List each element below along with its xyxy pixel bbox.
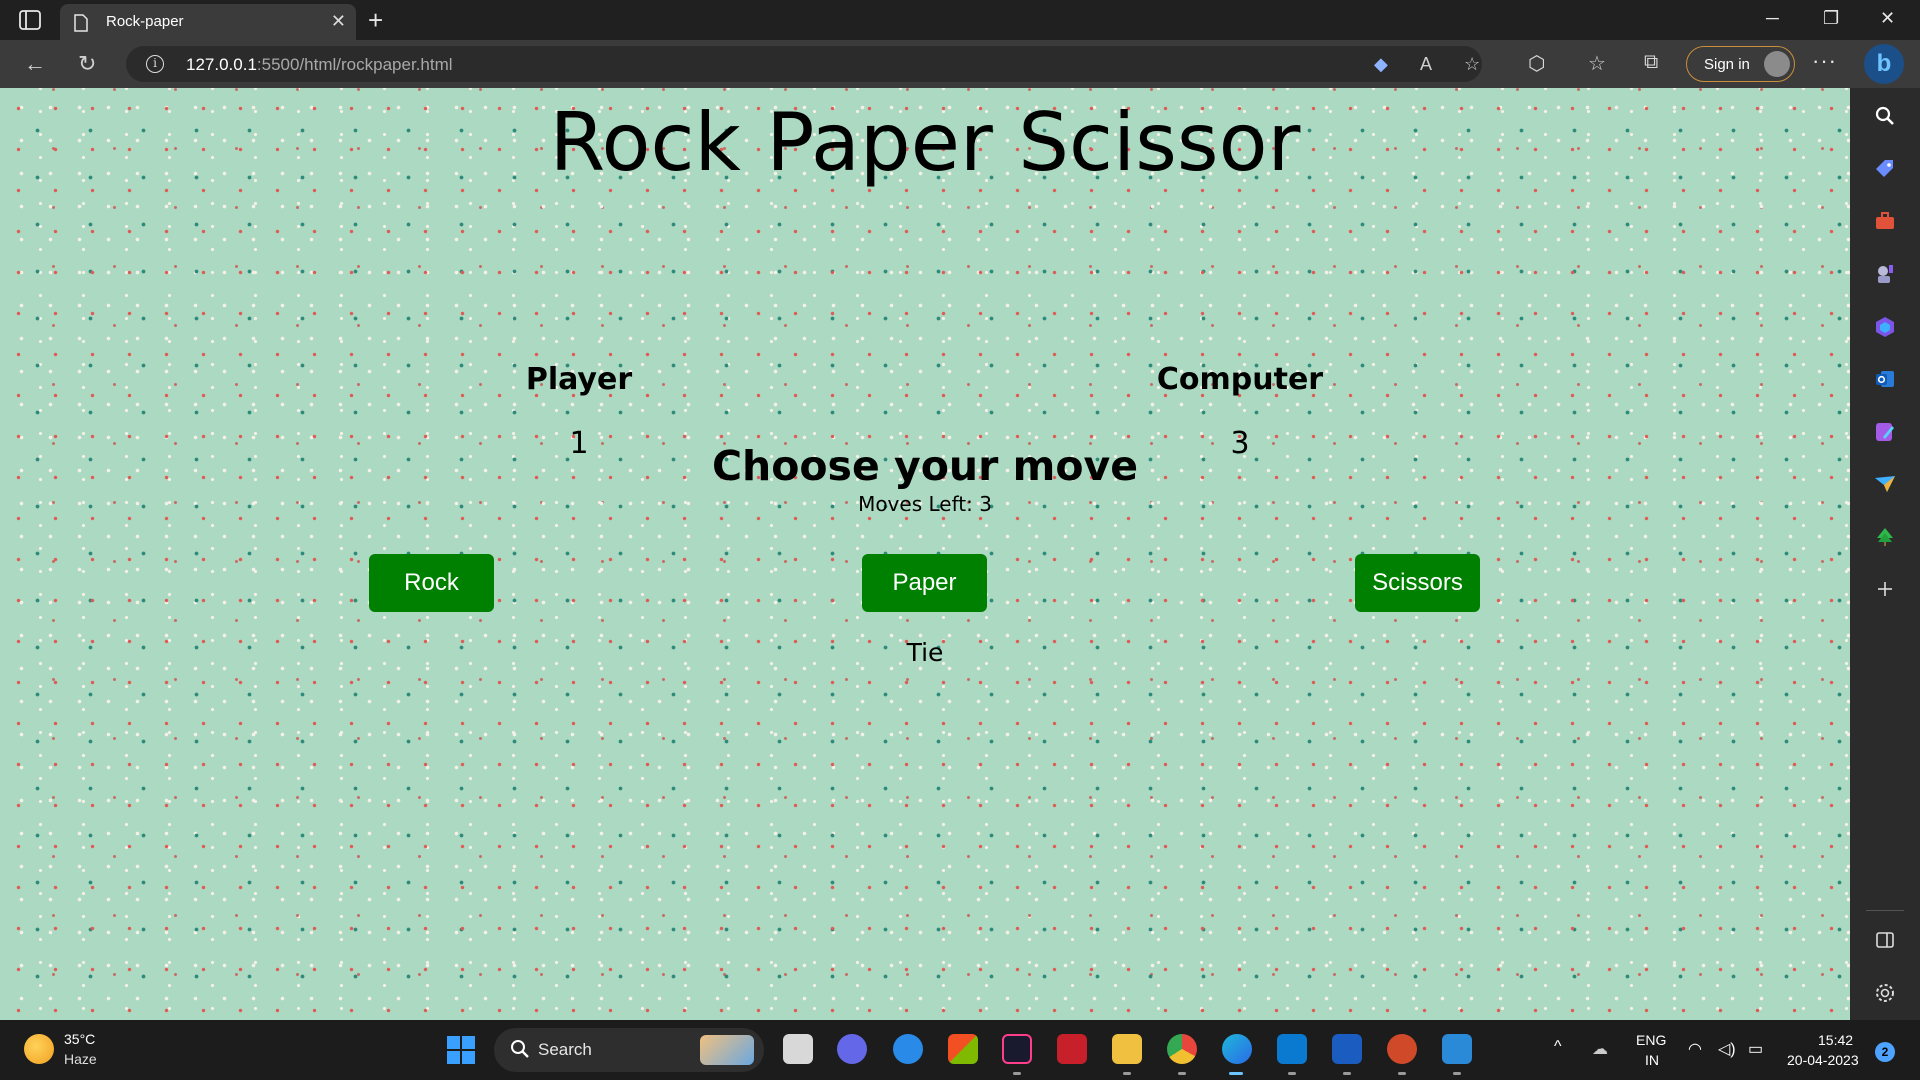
notification-badge[interactable]: 2 — [1875, 1042, 1895, 1062]
coupon-icon[interactable]: ◆ — [1374, 54, 1388, 75]
scissors-button[interactable]: Scissors — [1355, 554, 1480, 612]
search-highlight-image — [700, 1035, 754, 1065]
hide-sidebar-icon[interactable] — [1873, 928, 1897, 952]
tab-strip: Rock-paper ✕ + ─ ❐ ✕ — [0, 0, 1920, 40]
wifi-icon[interactable]: ◠ — [1688, 1039, 1702, 1059]
region-indicator[interactable]: IN — [1645, 1052, 1659, 1068]
weather-temperature[interactable]: 35°C — [64, 1031, 95, 1047]
tab-title: Rock-paper — [106, 13, 184, 30]
chrome-icon[interactable] — [1167, 1034, 1197, 1064]
extensions-icon[interactable]: ⬡ — [1528, 51, 1545, 76]
new-tab-icon[interactable]: + — [368, 5, 383, 36]
battery-icon[interactable]: ▭ — [1748, 1039, 1763, 1059]
close-window-icon[interactable]: ✕ — [1880, 8, 1895, 29]
browser-toolbar: ← ↻ i 127.0.0.1:5500/html/rockpaper.html… — [0, 40, 1920, 88]
sidebar-settings-icon[interactable] — [1873, 981, 1897, 1005]
page-icon — [74, 14, 88, 32]
language-indicator[interactable]: ENG — [1636, 1032, 1666, 1048]
volume-icon[interactable]: ◁) — [1718, 1039, 1736, 1059]
address-bar[interactable]: i 127.0.0.1:5500/html/rockpaper.html ◆ A… — [126, 46, 1482, 82]
weather-description[interactable]: Haze — [64, 1051, 97, 1067]
bing-chat-icon[interactable]: b — [1864, 44, 1904, 84]
microsoft-365-icon[interactable] — [1873, 315, 1897, 339]
result-text: Tie — [906, 638, 944, 667]
weather-icon[interactable] — [24, 1034, 54, 1064]
show-hidden-icons-icon[interactable]: ^ — [1554, 1038, 1562, 1056]
powerpoint-icon[interactable] — [1387, 1034, 1417, 1064]
send-icon[interactable] — [1873, 472, 1897, 496]
site-info-icon[interactable]: i — [146, 55, 164, 73]
player-label: Player — [525, 362, 633, 397]
designer-icon[interactable] — [1873, 420, 1897, 444]
mcafee-icon[interactable] — [1057, 1034, 1087, 1064]
word-icon[interactable] — [1332, 1034, 1362, 1064]
edge-sidebar — [1850, 88, 1920, 1020]
start-icon[interactable] — [447, 1036, 475, 1064]
move-prompt: Choose your move — [711, 442, 1139, 490]
store-icon[interactable] — [948, 1034, 978, 1064]
refresh-icon[interactable]: ↻ — [78, 51, 96, 77]
add-favorite-icon[interactable]: ☆ — [1464, 54, 1480, 75]
page-viewport: Rock Paper Scissor Player 1 Computer 3 C… — [0, 88, 1850, 1020]
search-icon[interactable] — [1873, 104, 1897, 128]
settings-more-icon[interactable]: ··· — [1812, 48, 1837, 74]
add-icon[interactable] — [1873, 577, 1897, 601]
restore-icon[interactable]: ❐ — [1823, 8, 1839, 29]
edge-icon[interactable] — [1222, 1034, 1252, 1064]
paper-button[interactable]: Paper — [862, 554, 987, 612]
outlook-icon[interactable] — [1873, 367, 1897, 391]
task-view-icon[interactable] — [783, 1034, 813, 1064]
intellij-icon[interactable] — [1002, 1034, 1032, 1064]
rock-button[interactable]: Rock — [369, 554, 494, 612]
taskbar-search[interactable]: Search — [494, 1028, 764, 1072]
help-icon[interactable] — [893, 1034, 923, 1064]
shopping-icon[interactable] — [1873, 157, 1897, 181]
search-glass-icon — [511, 1040, 529, 1058]
sign-in-button[interactable]: Sign in — [1686, 46, 1795, 82]
back-icon[interactable]: ← — [24, 51, 46, 77]
onedrive-icon[interactable]: ☁ — [1592, 1039, 1608, 1059]
favorites-icon[interactable]: ☆ — [1588, 51, 1606, 76]
tab-close-icon[interactable]: ✕ — [331, 11, 346, 32]
minimize-icon[interactable]: ─ — [1766, 8, 1779, 29]
collections-icon[interactable]: ⧉ — [1644, 51, 1658, 74]
file-explorer-icon[interactable] — [1112, 1034, 1142, 1064]
games-icon[interactable] — [1873, 262, 1897, 286]
taskbar: 35°C Haze Search ^ ☁ ENG IN ◠ ◁) ▭ 15:42… — [0, 1020, 1920, 1080]
tree-icon[interactable] — [1873, 525, 1897, 549]
tab-actions-icon[interactable] — [16, 8, 44, 32]
teams-chat-icon[interactable] — [837, 1034, 867, 1064]
clock-date[interactable]: 20-04-2023 — [1787, 1052, 1859, 1068]
profile-avatar — [1764, 51, 1790, 77]
url-text[interactable]: 127.0.0.1:5500/html/rockpaper.html — [186, 55, 453, 75]
sidebar-divider — [1866, 910, 1904, 911]
vscode-icon[interactable] — [1277, 1034, 1307, 1064]
tools-icon[interactable] — [1873, 209, 1897, 233]
read-aloud-icon[interactable]: A — [1420, 54, 1432, 75]
page-title: Rock Paper Scissor — [549, 96, 1301, 189]
browser-tab[interactable]: Rock-paper ✕ — [60, 4, 356, 40]
paint-icon[interactable] — [1442, 1034, 1472, 1064]
computer-label: Computer — [1156, 362, 1324, 397]
clock-time[interactable]: 15:42 — [1818, 1032, 1853, 1048]
moves-left: Moves Left: 3 — [858, 492, 992, 516]
